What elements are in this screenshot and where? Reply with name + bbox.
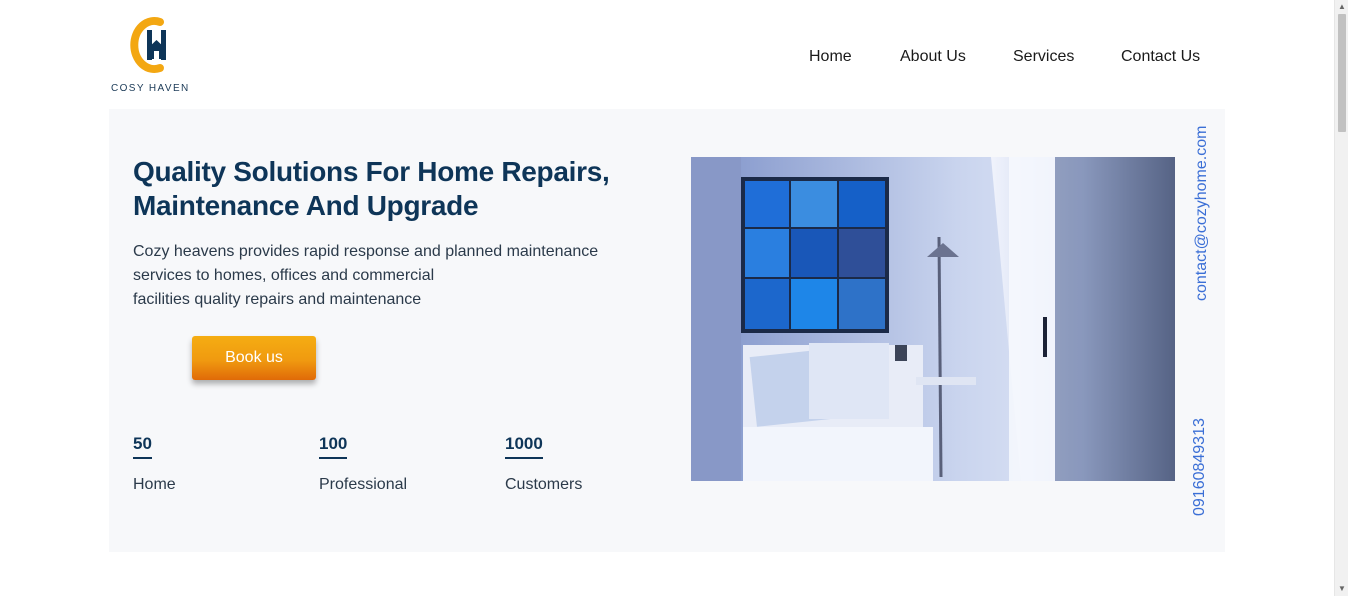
logo-mark-icon: [130, 17, 166, 73]
stat-customers: 1000 Customers: [505, 434, 582, 493]
scroll-thumb[interactable]: [1338, 14, 1346, 132]
book-us-button[interactable]: Book us: [192, 336, 316, 380]
hero-description: Cozy heavens provides rapid response and…: [133, 240, 598, 312]
description-line: Cozy heavens provides rapid response and…: [133, 243, 599, 260]
contact-email-link[interactable]: contact@cozyhome.com: [1193, 126, 1211, 301]
stat-professional: 100 Professional: [319, 434, 407, 493]
stat-value: 100: [319, 434, 348, 459]
nav-contact-us[interactable]: Contact Us: [1121, 48, 1200, 66]
description-line: facilities quality repairs and maintenan…: [133, 291, 422, 308]
nav-home[interactable]: Home: [809, 48, 852, 66]
nav-services[interactable]: Services: [1013, 48, 1074, 66]
hero-title: Quality Solutions For Home Repairs, Main…: [133, 156, 610, 221]
stat-label: Customers: [505, 476, 583, 493]
nav-about-us[interactable]: About Us: [900, 48, 966, 66]
hero-section: Quality Solutions For Home Repairs, Main…: [109, 109, 1225, 552]
cosy-haven-logo[interactable]: COSY HAVEN: [110, 14, 190, 96]
logo-text: COSY HAVEN: [111, 83, 190, 94]
stat-value: 1000: [505, 434, 543, 459]
contact-phone-link[interactable]: 09160849313: [1191, 418, 1209, 516]
stat-label: Professional: [319, 476, 408, 493]
living-room-photo: [691, 157, 1175, 481]
page-scrollbar[interactable]: ▲ ▼: [1334, 0, 1348, 596]
description-line: services to homes, offices and commercia…: [133, 267, 435, 284]
stat-home: 50 Home: [133, 434, 176, 493]
scroll-up-arrow-icon[interactable]: ▲: [1338, 3, 1346, 11]
stat-label: Home: [133, 476, 176, 493]
scroll-down-arrow-icon[interactable]: ▼: [1338, 585, 1346, 593]
stat-value: 50: [133, 434, 152, 459]
